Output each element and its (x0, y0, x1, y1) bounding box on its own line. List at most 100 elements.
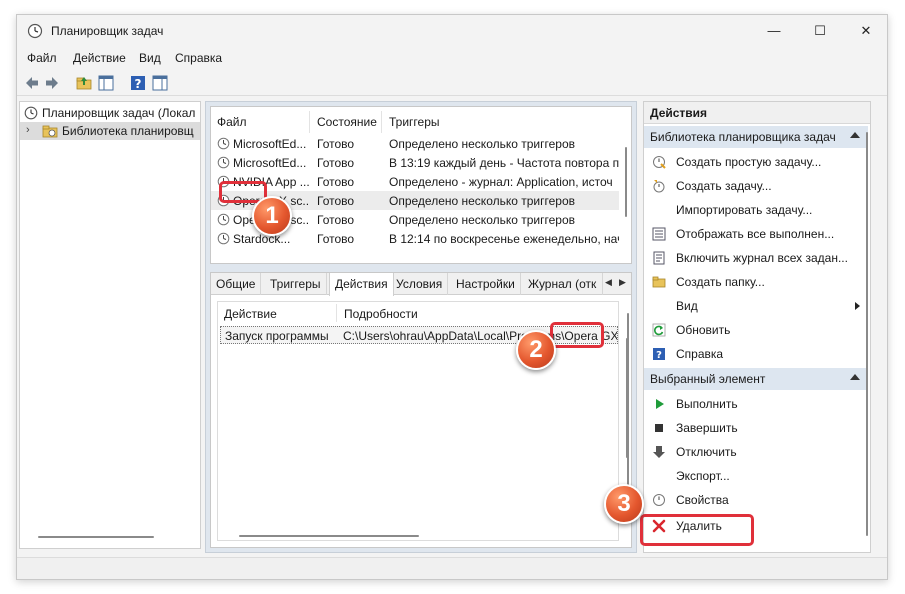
collapse-up-icon[interactable] (850, 374, 860, 380)
tab-history[interactable]: Журнал (отк (523, 273, 603, 295)
task-status: Готово (317, 175, 355, 189)
section-selected-item[interactable]: Выбранный элемент (644, 368, 868, 390)
details-outer-scrollbar[interactable] (627, 313, 629, 493)
details-tabs: Общие Триггеры Действия Условия Настройк… (211, 273, 631, 296)
task-clock-icon (217, 156, 230, 169)
folder-icon (652, 276, 666, 288)
action-label: Создать папку... (676, 275, 765, 289)
task-list-vertical-scrollbar[interactable] (625, 147, 627, 217)
submenu-arrow-icon (855, 302, 860, 310)
action-view[interactable]: Вид (644, 294, 868, 318)
menu-file[interactable]: Файл (27, 51, 57, 65)
svg-text:?: ? (656, 350, 662, 361)
actions-pane: Действия Библиотека планировщика задач С… (643, 101, 871, 553)
column-separator[interactable] (381, 111, 382, 133)
task-row[interactable]: MicrosoftEd... Готово В 13:19 каждый ден… (211, 153, 619, 172)
column-header-status[interactable]: Состояние (317, 115, 377, 129)
task-trigger: Определено несколько триггеров (389, 137, 576, 151)
details-horizontal-scrollbar[interactable] (239, 535, 419, 537)
section-library-label: Библиотека планировщика задач (650, 130, 836, 144)
action-disable[interactable]: Отключить (644, 440, 868, 464)
tab-general[interactable]: Общие (211, 273, 262, 295)
action-properties[interactable]: Свойства (644, 488, 868, 512)
task-status: Готово (317, 137, 355, 151)
tab-conditions[interactable]: Условия (391, 273, 449, 295)
actions-header: Действия (644, 102, 870, 124)
action-run[interactable]: Выполнить (644, 392, 868, 416)
action-label: Создать простую задачу... (676, 155, 822, 169)
tab-scroll-right-icon[interactable]: ▶ (619, 277, 626, 288)
section-library[interactable]: Библиотека планировщика задач (644, 126, 868, 148)
refresh-icon (652, 323, 666, 337)
close-button[interactable]: ✕ (843, 15, 887, 47)
help-toolbar-icon[interactable]: ? (129, 74, 147, 92)
step-badge-2: 2 (516, 330, 556, 370)
action-label: Завершить (676, 421, 738, 435)
simple-task-icon (653, 156, 666, 169)
disable-icon (653, 446, 665, 458)
action-label: Включить журнал всех задан... (676, 251, 848, 265)
chevron-right-icon[interactable]: › (26, 124, 30, 136)
task-status: Готово (317, 213, 355, 227)
step-badge-1: 1 (252, 196, 292, 236)
tab-actions[interactable]: Действия (329, 273, 394, 296)
action-label: Отображать все выполнен... (676, 227, 835, 241)
actions-header-label: Действия (650, 106, 708, 120)
clock-app-icon (27, 23, 43, 39)
forward-arrow-icon[interactable] (43, 74, 61, 92)
task-clock-icon (217, 232, 230, 245)
tree-horizontal-scrollbar[interactable] (38, 536, 154, 538)
show-hide-tree-icon[interactable] (97, 74, 115, 92)
callout-frame-delete (640, 514, 754, 546)
actions-vertical-scrollbar[interactable] (866, 132, 868, 536)
menu-help[interactable]: Справка (175, 51, 222, 65)
action-help[interactable]: ? Справка (644, 342, 868, 366)
task-status: Готово (317, 232, 355, 246)
task-scheduler-window: Планировщик задач — ☐ ✕ Файл Действие Ви… (16, 14, 888, 580)
show-action-pane-icon[interactable] (151, 74, 169, 92)
section-selected-label: Выбранный элемент (650, 372, 766, 386)
run-icon (656, 399, 664, 409)
action-enable-history[interactable]: Включить журнал всех задан... (644, 246, 868, 270)
maximize-button[interactable]: ☐ (797, 15, 843, 47)
action-new-folder[interactable]: Создать папку... (644, 270, 868, 294)
minimize-button[interactable]: — (751, 15, 797, 47)
toolbar: ? (17, 70, 887, 96)
column-separator[interactable] (309, 111, 310, 133)
action-label: Свойства (676, 493, 729, 507)
task-row[interactable]: NVIDIA App ... Готово Определено - журна… (211, 172, 619, 191)
action-display-running[interactable]: Отображать все выполнен... (644, 222, 868, 246)
column-header-action[interactable]: Действие (224, 307, 277, 321)
action-label: Вид (676, 299, 698, 313)
menu-view[interactable]: Вид (139, 51, 161, 65)
action-end[interactable]: Завершить (644, 416, 868, 440)
tab-triggers[interactable]: Триггеры (265, 273, 327, 295)
collapse-up-icon[interactable] (850, 132, 860, 138)
tab-settings[interactable]: Настройки (451, 273, 521, 295)
tab-scroll-left-icon[interactable]: ◀ (605, 277, 612, 288)
help-icon: ? (653, 348, 665, 361)
properties-icon (653, 494, 665, 506)
clock-icon (24, 106, 38, 120)
tree-item-library[interactable]: › Библиотека планировщ (20, 122, 200, 140)
menu-action[interactable]: Действие (73, 51, 126, 65)
action-import-task[interactable]: Импортировать задачу... (644, 198, 868, 222)
action-create-task[interactable]: Создать задачу... (644, 174, 868, 198)
up-folder-icon[interactable] (75, 74, 93, 92)
task-trigger: Определено несколько триггеров (389, 213, 576, 227)
action-refresh[interactable]: Обновить (644, 318, 868, 342)
tree-library-label: Библиотека планировщ (62, 124, 194, 138)
action-export[interactable]: Экспорт... (644, 464, 868, 488)
back-arrow-icon[interactable] (23, 74, 41, 92)
task-row[interactable]: MicrosoftEd... Готово Определено несколь… (211, 134, 619, 153)
column-header-name[interactable]: Файл (217, 115, 247, 129)
column-separator[interactable] (336, 304, 337, 322)
action-create-basic-task[interactable]: Создать простую задачу... (644, 150, 868, 174)
tree-item-root[interactable]: Планировщик задач (Локал (20, 104, 200, 122)
column-header-details[interactable]: Подробности (344, 307, 418, 321)
running-tasks-icon (652, 227, 666, 241)
navigation-tree: Планировщик задач (Локал › Библиотека пл… (19, 101, 201, 549)
column-header-triggers[interactable]: Триггеры (389, 115, 440, 129)
task-status: Готово (317, 156, 355, 170)
step-badge-3: 3 (604, 484, 644, 524)
